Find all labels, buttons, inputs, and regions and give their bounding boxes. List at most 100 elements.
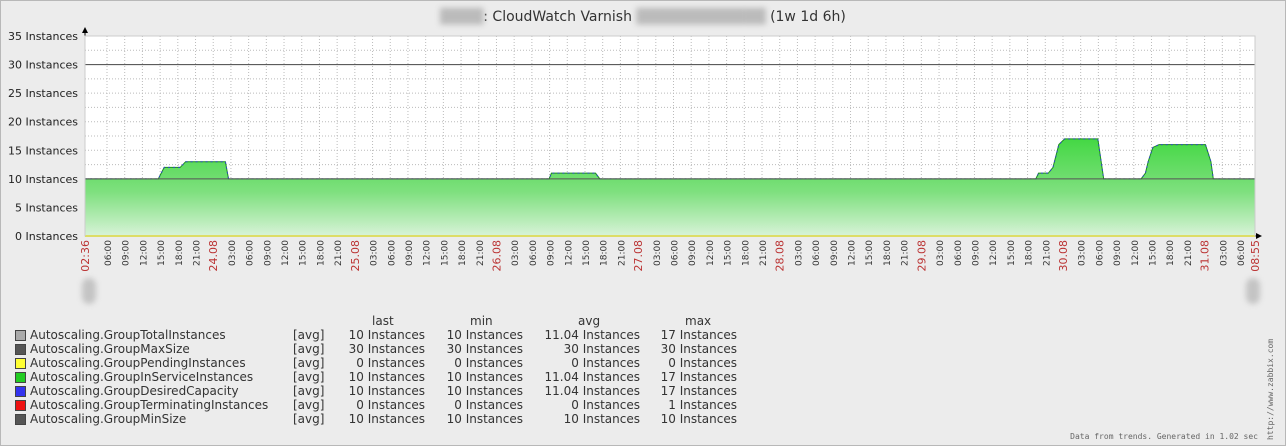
legend-value-last: 10 Instances [348, 370, 425, 384]
legend-value-max: 17 Instances [660, 370, 737, 384]
x-date-label: 02:36 [79, 240, 92, 272]
legend-value-last: 10 Instances [348, 384, 425, 398]
legend-func: [avg] [293, 412, 325, 426]
x-tick-label: 09:00 [971, 240, 981, 266]
x-tick-label: 09:00 [830, 240, 840, 266]
side-url: http://www.zabbix.com [1266, 338, 1275, 440]
x-tick-label: 21:00 [901, 240, 911, 266]
legend-series-name: Autoscaling.GroupMaxSize [30, 342, 190, 356]
legend-value-avg: 11.04 Instances [544, 384, 640, 398]
legend-value-avg: 10 Instances [563, 412, 640, 426]
x-tick-label: 15:00 [582, 240, 592, 266]
x-tick-label: 21:00 [1184, 240, 1194, 266]
x-tick-label: 06:00 [671, 240, 681, 266]
x-tick-label: 03:00 [228, 240, 238, 266]
x-tick-label: 06:00 [529, 240, 539, 266]
x-date-label: 30.08 [1057, 240, 1070, 272]
legend-value-avg: 0 Instances [571, 356, 640, 370]
x-tick-label: 18:00 [600, 240, 610, 266]
legend-value-last: 10 Instances [348, 412, 425, 426]
legend-func: [avg] [293, 398, 325, 412]
legend-value-last: 10 Instances [348, 328, 425, 342]
legend-row: Autoscaling.GroupPendingInstances [avg] 0 … [15, 356, 755, 370]
x-tick-label: 03:00 [370, 240, 380, 266]
x-tick-label: 03:00 [511, 240, 521, 266]
x-tick-label: 06:00 [1237, 240, 1247, 266]
x-tick-label: 21:00 [193, 240, 203, 266]
y-tick-label: 5 Instances [15, 201, 78, 214]
redacted-left [82, 278, 96, 304]
y-tick-label: 20 Instances [8, 116, 78, 129]
x-tick-label: 06:00 [1095, 240, 1105, 266]
x-tick-label: 18:00 [175, 240, 185, 266]
legend-value-avg: 0 Instances [571, 398, 640, 412]
legend-row: Autoscaling.GroupMinSize [avg] 10 Instance… [15, 412, 755, 426]
x-tick-label: 15:00 [1007, 240, 1017, 266]
x-tick-label: 09:00 [688, 240, 698, 266]
legend-func: [avg] [293, 370, 325, 384]
x-tick-label: 09:00 [547, 240, 557, 266]
x-tick-label: 18:00 [458, 240, 468, 266]
legend-func: [avg] [293, 384, 325, 398]
x-tick-label: 18:00 [316, 240, 326, 266]
legend-value-max: 10 Instances [660, 412, 737, 426]
legend-swatch [15, 372, 26, 383]
legend-value-max: 0 Instances [668, 356, 737, 370]
x-date-label: 29.08 [915, 240, 928, 272]
legend-value-max: 17 Instances [660, 384, 737, 398]
legend-value-last: 0 Instances [356, 398, 425, 412]
x-tick-label: 15:00 [1148, 240, 1158, 266]
x-tick-label: 09:00 [405, 240, 415, 266]
x-tick-label: 03:00 [1078, 240, 1088, 266]
x-tick-label: 15:00 [299, 240, 309, 266]
legend-value-min: 10 Instances [446, 412, 523, 426]
legend-value-avg: 11.04 Instances [544, 370, 640, 384]
y-tick-label: 15 Instances [8, 144, 78, 157]
x-tick-label: 12:00 [564, 240, 574, 266]
x-tick-label: 12:00 [139, 240, 149, 266]
x-tick-label: 15:00 [865, 240, 875, 266]
x-tick-label: 03:00 [936, 240, 946, 266]
legend-swatch [15, 414, 26, 425]
legend-value-min: 10 Instances [446, 384, 523, 398]
x-tick-label: 21:00 [759, 240, 769, 266]
legend-value-min: 0 Instances [454, 398, 523, 412]
x-date-label: 08:55 [1249, 240, 1262, 272]
legend-header-min: min [470, 314, 493, 328]
legend-value-min: 10 Instances [446, 370, 523, 384]
legend-value-min: 0 Instances [454, 356, 523, 370]
x-date-label: 26.08 [490, 240, 503, 272]
y-tick-label: 10 Instances [8, 173, 78, 186]
legend-series-name: Autoscaling.GroupTerminatingInstances [30, 398, 269, 412]
x-tick-label: 12:00 [848, 240, 858, 266]
x-tick-label: 12:00 [281, 240, 291, 266]
y-tick-label: 25 Instances [8, 87, 78, 100]
legend-row: Autoscaling.GroupInServiceInstances [avg]… [15, 370, 755, 384]
x-tick-label: 15:00 [157, 240, 167, 266]
legend-value-last: 30 Instances [348, 342, 425, 356]
legend-header-last: last [372, 314, 394, 328]
x-tick-labels: 02:36 06:00 09:00 12:00 15:00 18:00 21:00 24.08… [79, 240, 1262, 272]
legend-header-avg: avg [578, 314, 601, 328]
legend-value-avg: 11.04 Instances [544, 328, 640, 342]
legend-swatch [15, 386, 26, 397]
legend-func: [avg] [293, 328, 325, 342]
legend-series-name: Autoscaling.GroupMinSize [30, 412, 187, 426]
legend-value-max: 1 Instances [668, 398, 737, 412]
legend-func: [avg] [293, 342, 325, 356]
x-tick-label: 09:00 [1113, 240, 1123, 266]
legend-value-min: 30 Instances [446, 342, 523, 356]
legend-series-name: Autoscaling.GroupPendingInstances [30, 356, 246, 370]
x-tick-label: 03:00 [794, 240, 804, 266]
x-axis-arrow [1256, 233, 1262, 239]
x-tick-label: 12:00 [706, 240, 716, 266]
x-tick-label: 21:00 [334, 240, 344, 266]
x-tick-label: 09:00 [122, 240, 132, 266]
legend-row: Autoscaling.GroupTerminatingInstances [av… [15, 398, 755, 412]
legend-swatch [15, 344, 26, 355]
x-tick-label: 12:00 [989, 240, 999, 266]
legend-series-name: Autoscaling.GroupDesiredCapacity [30, 384, 239, 398]
x-tick-label: 12:00 [1131, 240, 1141, 266]
legend-value-min: 10 Instances [446, 328, 523, 342]
x-tick-label: 21:00 [617, 240, 627, 266]
